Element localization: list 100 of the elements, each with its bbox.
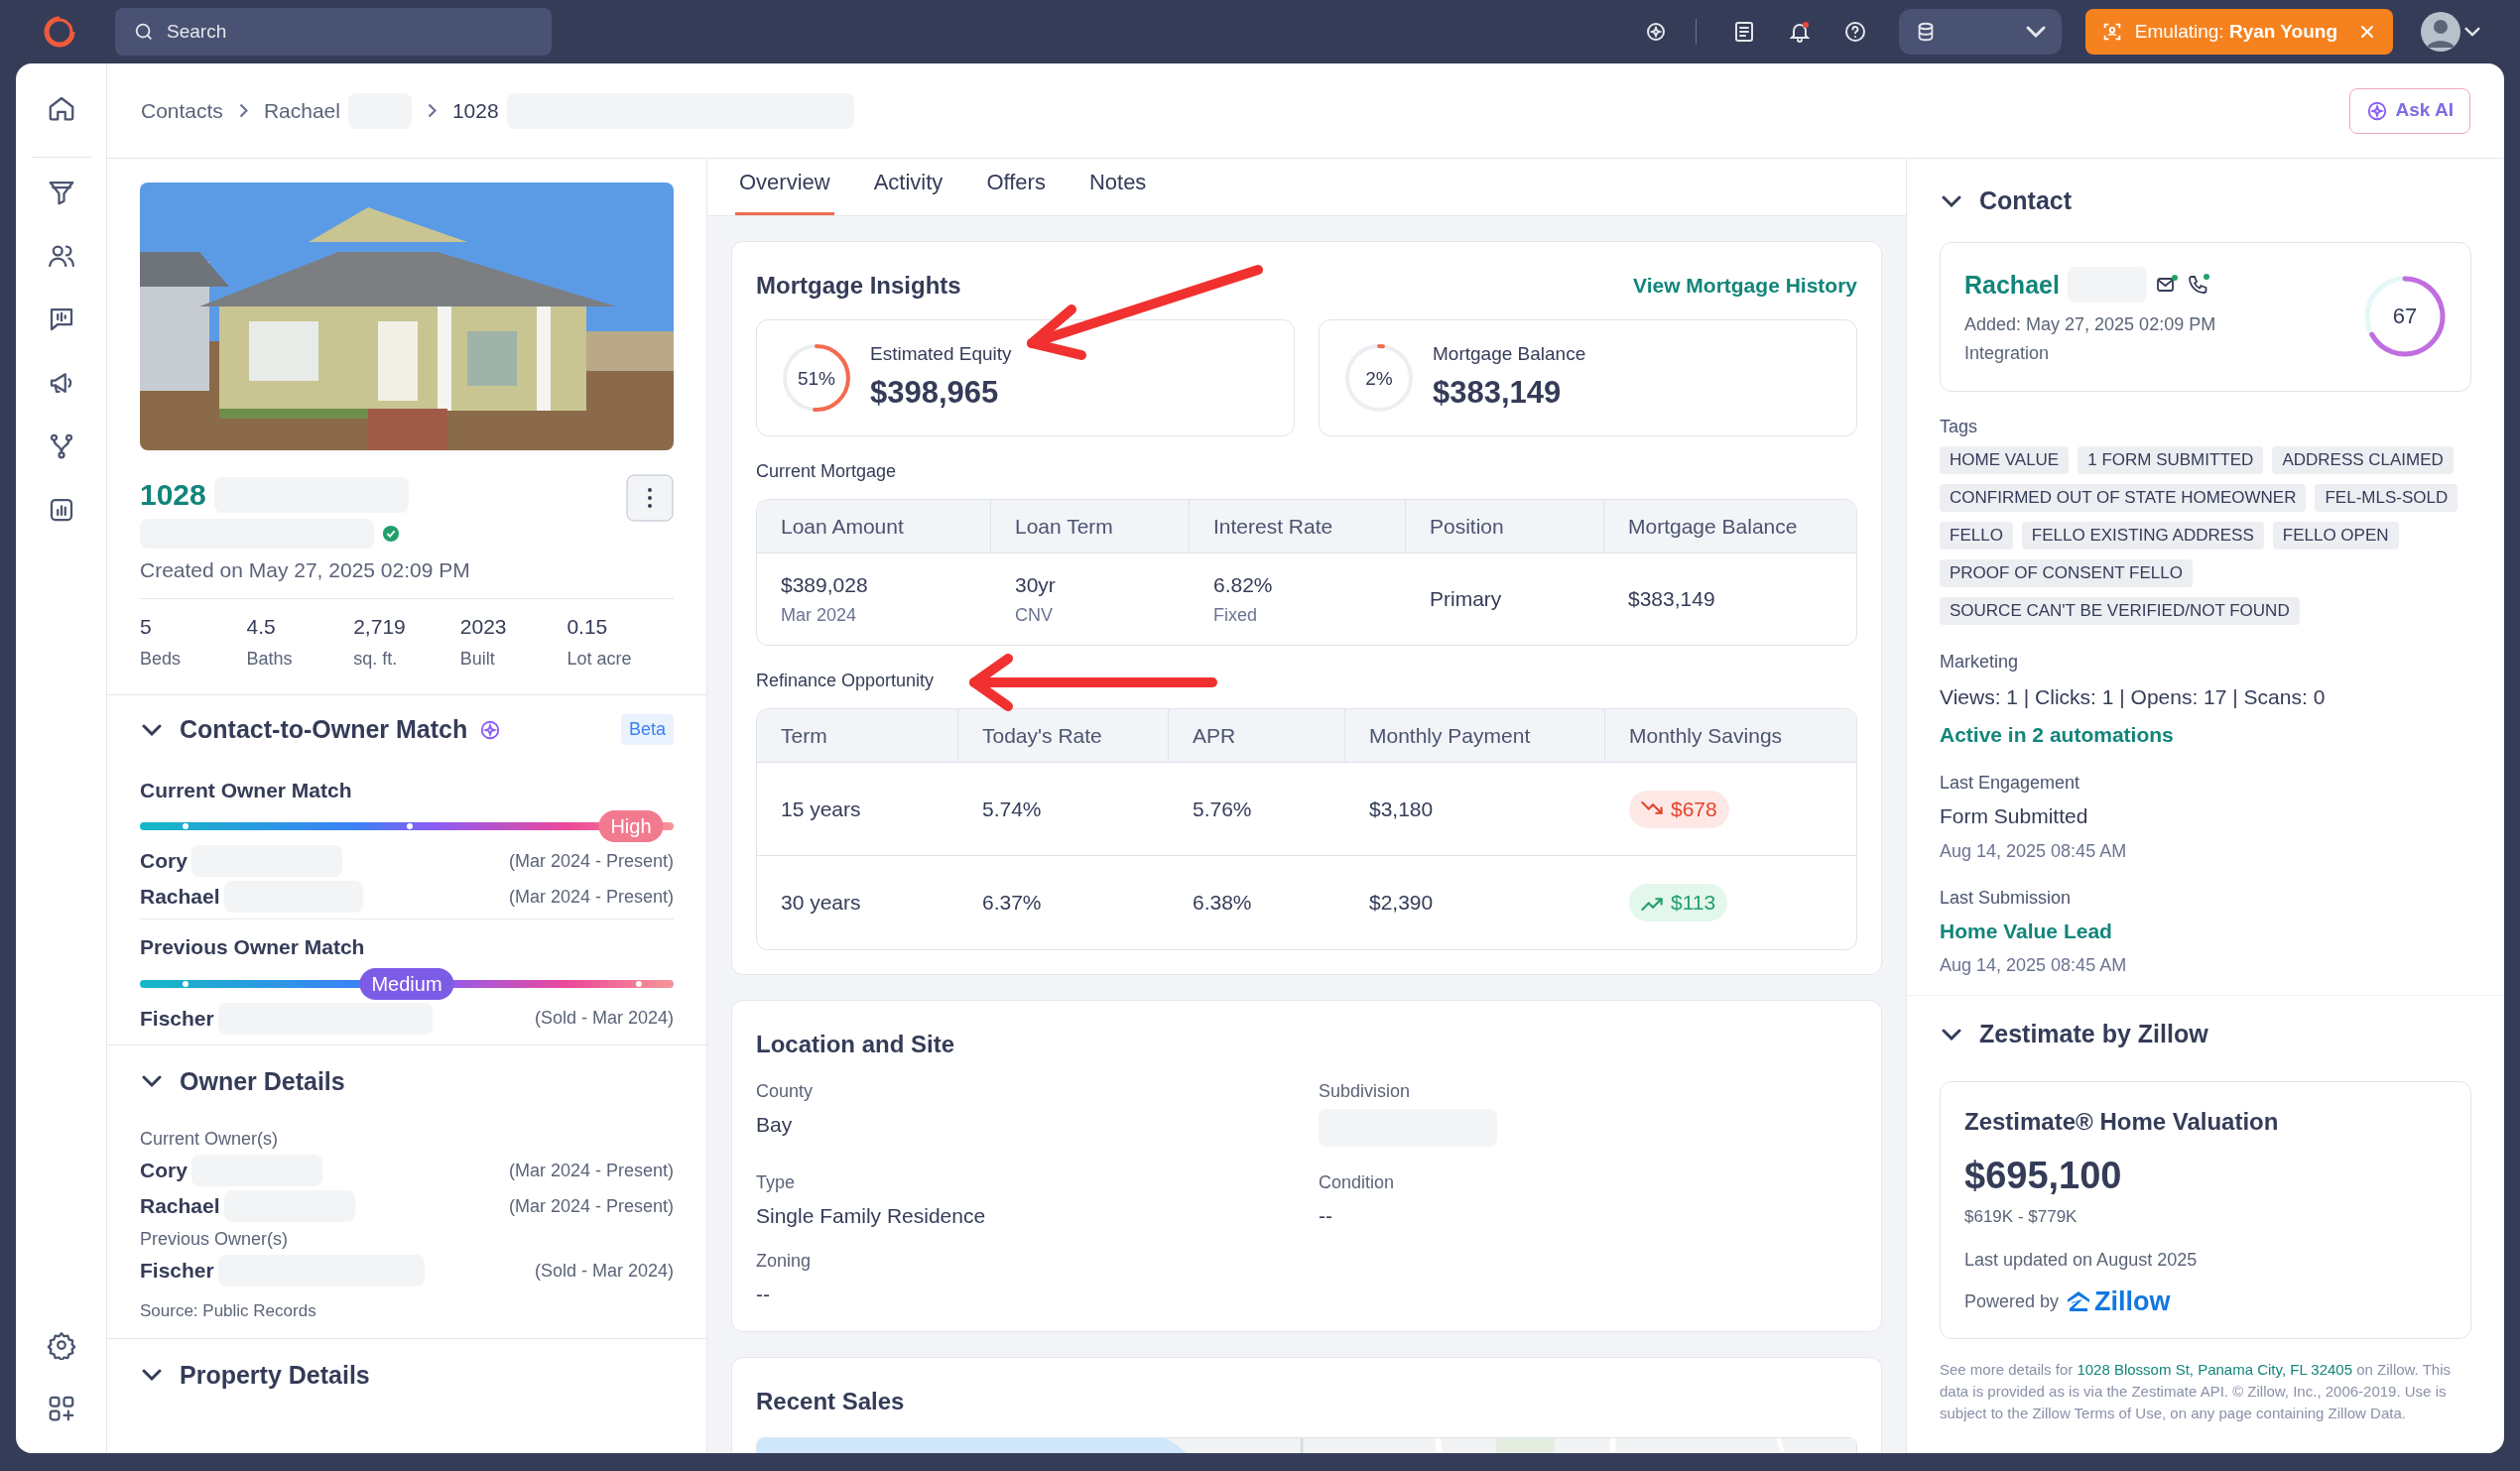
field-label: Tags [1940, 416, 1979, 438]
match-level-badge: Medium [359, 967, 454, 1000]
card-title: Zestimate® Home Valuation [1964, 1106, 2280, 1137]
tab[interactable]: Notes [1084, 166, 1151, 215]
stat-value: 5 [140, 613, 153, 640]
match-group-title: Previous Owner Match [140, 934, 366, 960]
table-cell-text: 6.37% [982, 890, 1042, 917]
tag: 1 FORM SUBMITTED [2078, 446, 2264, 474]
subsection-title: Current Mortgage [756, 460, 898, 483]
stat-value: 0.15 [567, 613, 609, 640]
search-field[interactable]: Search [115, 8, 552, 56]
field-value: Form Submitted [1940, 803, 2089, 829]
breadcrumb-link[interactable]: Rachael [263, 94, 340, 127]
table-cell-text: 30 years [781, 890, 861, 917]
table-cell-subtext: Mar 2024 [781, 604, 858, 628]
column-header: Interest Rate [1190, 500, 1406, 552]
chevron-down-icon[interactable] [142, 723, 162, 736]
help-icon[interactable] [1842, 20, 1867, 44]
column-header: Monthly Payment [1345, 709, 1605, 762]
field-label: Last Submission [1940, 886, 2073, 910]
emulating-label: Emulating: Ryan Young [2134, 19, 2337, 44]
breadcrumb-link[interactable]: 1028 [451, 94, 499, 127]
field-date: Aug 14, 2025 08:45 AM [1940, 954, 2128, 977]
disclaimer-text: See more details for 1028 Blossom St, Panama City, FL 32405 on Zillow. This data is provided as is via the Zestimate API. © Zillow, Inc., 2006-2019. Use is subject to the Zillow Terms of Use, on any page containing Zillow Data. [1940, 1359, 2452, 1423]
owner-name: Fischer [140, 1005, 214, 1032]
card-title: Recent Sales [756, 1387, 906, 1416]
chevron-right-icon [427, 103, 437, 118]
section-title: Property Details [180, 1359, 370, 1391]
sparkle-icon [479, 718, 502, 741]
field-value: Single Family Residence [756, 1203, 987, 1229]
table-cell-text: Primary [1430, 586, 1503, 613]
table-cell-text: 30yr [1015, 571, 1057, 598]
table-cell-text: 5.74% [982, 796, 1042, 822]
column-header: Today's Rate [958, 709, 1169, 762]
view-history-link[interactable]: View Mortgage History [1633, 270, 1857, 302]
chevron-down-icon[interactable] [142, 1369, 162, 1382]
section-title: Contact-to-Owner Match [180, 714, 468, 745]
savings-badge: $113 [1629, 884, 1728, 921]
chevron-down-icon[interactable] [1942, 194, 1961, 207]
table-cell-subtext: CNV [1015, 604, 1054, 628]
table-cell-text: 15 years [781, 796, 861, 822]
section-title: Zestimate by Zillow [1979, 1019, 2208, 1049]
field-label: Last Engagement [1940, 772, 2081, 795]
table-cell-text: $2,390 [1369, 890, 1434, 917]
column-header: Monthly Savings [1628, 722, 1784, 749]
tag: FELLO EXISTING ADDRESS [2021, 522, 2264, 550]
tab[interactable]: Activity [869, 166, 947, 215]
tag: CONFIRMED OUT OF STATE HOMEOWNER [1940, 484, 2307, 512]
chevron-down-icon[interactable] [1942, 1028, 1961, 1041]
owner-period: (Sold - Mar 2024) [534, 1259, 674, 1283]
column-header: Position [1406, 500, 1604, 552]
owner-period: (Mar 2024 - Present) [508, 849, 674, 873]
house-icon [2067, 1290, 2091, 1313]
address-link[interactable]: 1028 Blossom St, Panama City, FL 32405 [2077, 1360, 2353, 1378]
column-header: Term [757, 709, 958, 762]
account-dropdown[interactable] [1898, 9, 2062, 55]
tab[interactable]: Offers [982, 166, 1050, 215]
search-icon [133, 21, 155, 43]
beta-badge: Beta [620, 714, 674, 746]
field-label: Subdivision [1319, 1080, 1412, 1103]
sparkle-icon [2365, 99, 2388, 122]
submission-link[interactable]: Home Value Lead [1940, 915, 2471, 946]
table-cell-text: 5.76% [1193, 796, 1252, 822]
chevron-down-icon[interactable] [142, 1075, 162, 1088]
ask-ai-button[interactable]: Ask AI [2348, 87, 2470, 134]
field-label: Zoning [756, 1249, 813, 1273]
tag: HOME VALUE [1940, 446, 2070, 474]
owner-group-label: Current Owner(s) [140, 1128, 280, 1151]
bell-icon[interactable] [1787, 20, 1812, 44]
table-cell-text: $383,149 [1628, 586, 1716, 613]
trend-down-icon [1641, 801, 1663, 816]
stat-label: sq. ft. [353, 648, 399, 671]
table-cell-text: $3,180 [1369, 796, 1434, 822]
owner-name: Cory [140, 848, 188, 875]
field-label: County [756, 1080, 815, 1103]
progress-ring [781, 342, 852, 414]
breadcrumb-link[interactable]: Contacts [141, 94, 223, 127]
table-cell-text: $389,028 [781, 571, 869, 598]
contact-name[interactable]: Rachael [1964, 266, 2060, 304]
card-title: Mortgage Insights [756, 271, 961, 301]
contact-source: Integration [1964, 342, 2051, 365]
brand-name: Zillow [2094, 1286, 2171, 1318]
owner-group-label: Previous Owner(s) [140, 1228, 290, 1251]
column-header: APR [1169, 709, 1345, 762]
section-title: Contact [1979, 185, 2073, 216]
settings-icon[interactable] [46, 1330, 76, 1360]
card-title: Location and Site [756, 1030, 955, 1059]
section-title: Owner Details [180, 1065, 345, 1097]
avatar[interactable] [2421, 12, 2460, 52]
tag: SOURCE CAN'T BE VERIFIED/NOT FOUND [1940, 597, 2300, 625]
tab[interactable]: Overview [735, 166, 834, 215]
owner-period: (Mar 2024 - Present) [508, 885, 674, 909]
zestimate-value: $695,100 [1964, 1153, 2123, 1198]
automations-link[interactable]: Active in 2 automations [1940, 718, 2471, 750]
field-label: Condition [1319, 1171, 1396, 1194]
trend-up-icon [1641, 895, 1663, 911]
percent-label: 51% [798, 368, 835, 388]
table-cell-subtext: Fixed [1213, 604, 1258, 628]
percent-label: 2% [1365, 368, 1393, 388]
stat-value: 2023 [459, 613, 508, 640]
